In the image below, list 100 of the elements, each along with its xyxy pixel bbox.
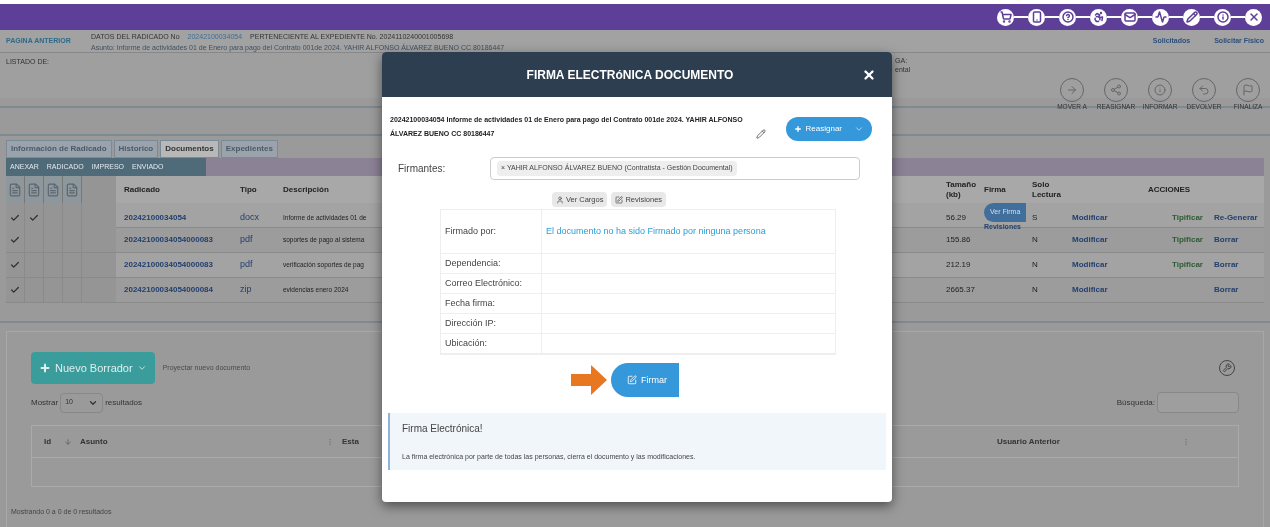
- column-header: Descripción: [283, 183, 329, 196]
- check-icon: [10, 235, 20, 245]
- column-header: ACCIONES: [1147, 183, 1191, 196]
- alert-title: Firma Electrónica!: [402, 422, 484, 437]
- undo-icon: [1198, 84, 1210, 96]
- document-icon: [8, 181, 22, 198]
- sort-icon[interactable]: [1182, 437, 1190, 446]
- info-icon[interactable]: [1214, 8, 1231, 26]
- cart-icon[interactable]: [997, 8, 1014, 26]
- caret-icon: [854, 124, 864, 134]
- plus-icon: [793, 125, 802, 133]
- tab[interactable]: Documentos: [160, 140, 219, 158]
- action-link[interactable]: Re-Generar: [1214, 212, 1258, 223]
- new-draft-button[interactable]: Nuevo Borrador: [31, 352, 155, 384]
- radicado-link[interactable]: 20242100034054: [124, 211, 187, 224]
- edit-icon: [615, 195, 624, 204]
- checkbox-cell[interactable]: [6, 278, 25, 302]
- document-icon: [27, 181, 41, 198]
- typify-link[interactable]: Tipificar: [1172, 212, 1203, 222]
- info-icon: [1154, 84, 1166, 96]
- file-type-link[interactable]: zip: [240, 283, 252, 297]
- tab[interactable]: Expedientes: [220, 140, 278, 158]
- share-icon: [1110, 84, 1122, 96]
- radicado-link[interactable]: 20242100034054000083: [124, 259, 213, 271]
- edit-icon: [627, 375, 637, 386]
- table-cell: N: [1032, 284, 1038, 296]
- action-link[interactable]: Borrar: [1214, 235, 1239, 245]
- column-header: Tamaño (kb): [946, 179, 978, 200]
- search-label: Búsqueda:: [1116, 396, 1155, 409]
- sort-icon[interactable]: [64, 437, 72, 446]
- reassign-button[interactable]: Reasignar: [785, 117, 872, 141]
- typify-link[interactable]: Tipificar: [1172, 235, 1203, 244]
- document-icon: [46, 181, 60, 198]
- table-cell: 56.29: [946, 211, 967, 224]
- icon-column-header[interactable]: [63, 176, 82, 203]
- column-header: Radicado: [124, 183, 160, 196]
- action-link[interactable]: Borrar: [1214, 260, 1239, 270]
- sign-button[interactable]: Firmar: [611, 363, 679, 398]
- checkbox-cell[interactable]: [6, 253, 25, 277]
- column-header: Esta: [342, 435, 360, 448]
- document-icon: [65, 181, 79, 198]
- tab[interactable]: Información de Radicado: [6, 140, 112, 158]
- table-cell: 2665.37: [946, 284, 975, 296]
- caret-icon: [136, 363, 147, 373]
- detail-label: Ubicación:: [445, 337, 488, 350]
- icon-column-header[interactable]: [25, 176, 44, 203]
- show-label: Mostrar: [31, 396, 59, 409]
- arrow-pointer-icon: [571, 365, 607, 396]
- detail-label: Dirección IP:: [445, 317, 497, 330]
- file-type-link[interactable]: pdf: [240, 258, 253, 272]
- help-icon[interactable]: [1059, 8, 1076, 26]
- phone-icon[interactable]: [1028, 8, 1045, 26]
- table-cell: 212.19: [946, 259, 971, 271]
- table-cell: S: [1032, 211, 1038, 224]
- sort-icon[interactable]: [326, 437, 334, 446]
- column-header: Asunto: [80, 435, 109, 448]
- close-icon[interactable]: [862, 67, 876, 82]
- envelope-icon[interactable]: [1121, 8, 1138, 26]
- show-suffix: resultados: [105, 396, 143, 409]
- column-header: Firma: [984, 183, 1006, 196]
- table-cell: [82, 176, 116, 203]
- check-icon: [10, 212, 20, 223]
- modify-link[interactable]: Modificar: [1072, 234, 1108, 246]
- detail-label: Firmado por:: [445, 225, 497, 238]
- signers-label: Firmantes:: [398, 162, 447, 176]
- file-type-link[interactable]: pdf: [240, 233, 253, 247]
- column-header: Usuario Anterior: [997, 435, 1061, 448]
- pulse-icon[interactable]: [1152, 8, 1169, 26]
- flag-icon: [1242, 84, 1254, 96]
- plus-icon: [39, 362, 51, 374]
- table-cell: N: [1032, 259, 1038, 271]
- icon-column-header[interactable]: [6, 176, 25, 203]
- modify-link[interactable]: Modificar: [1072, 259, 1108, 271]
- column-header: Solo Lectura: [1032, 179, 1062, 200]
- arrow-right-icon: [1066, 84, 1078, 96]
- detail-label: Correo Electrónico:: [445, 277, 523, 290]
- file-type-link[interactable]: docx: [240, 210, 259, 225]
- detail-label: Dependencia:: [445, 257, 501, 270]
- action-link[interactable]: Borrar: [1214, 285, 1239, 295]
- detail-value: El documento no ha sido Firmado por ninguna persona: [546, 225, 766, 238]
- table-cell: N: [1032, 234, 1038, 246]
- check-icon: [29, 212, 39, 223]
- modify-link[interactable]: Modificar: [1072, 284, 1108, 296]
- icon-column-header[interactable]: [44, 176, 63, 203]
- user-icon: [555, 195, 564, 204]
- dialog-title: FIRMA ELECTRóNICA DOCUMENTO: [525, 66, 735, 84]
- close-icon[interactable]: [1245, 8, 1262, 26]
- radicado-link[interactable]: 20242100034054000084: [124, 284, 213, 296]
- tab[interactable]: Historico: [113, 140, 159, 158]
- figure-icon[interactable]: [1090, 8, 1107, 26]
- column-header: Id: [44, 435, 53, 448]
- radicado-link[interactable]: 20242100034054000083: [124, 234, 213, 246]
- check-icon: [10, 260, 20, 270]
- table-cell: 155.86: [946, 234, 971, 246]
- check-icon: [10, 285, 20, 295]
- typify-link[interactable]: Tipificar: [1172, 260, 1203, 269]
- pencil-icon[interactable]: [1183, 8, 1200, 26]
- modify-link[interactable]: Modificar: [1072, 211, 1108, 224]
- column-header: Tipo: [240, 183, 257, 196]
- detail-label: Fecha firma:: [445, 297, 495, 310]
